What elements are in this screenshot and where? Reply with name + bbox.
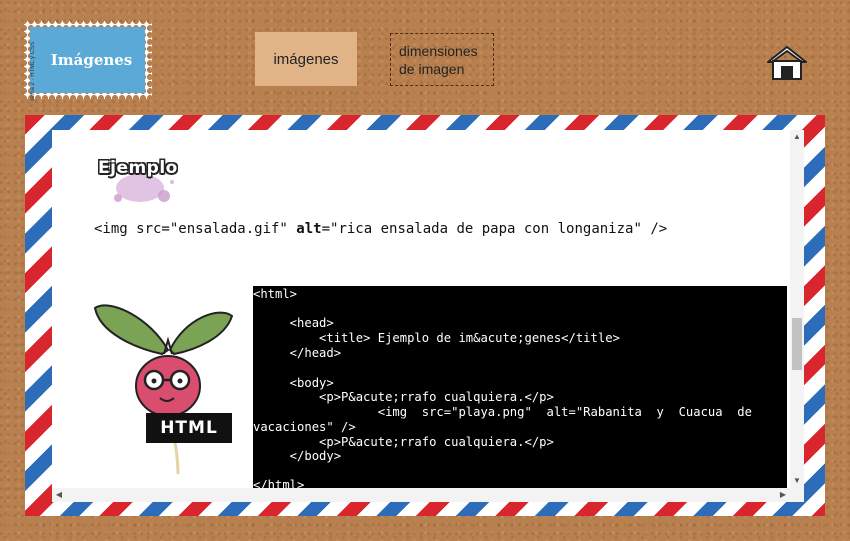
stamp-number: 2 [29,28,37,40]
scroll-up-icon[interactable]: ▲ [790,130,804,144]
code-part-1: <img src="ensalada.gif" [94,221,297,237]
code-part-2: ="rica ensalada de papa con longaniza" /… [321,221,668,237]
code-line: <title> Ejemplo de im&acute;genes</title… [253,331,620,345]
stamp-title: Imágenes [50,51,133,69]
vertical-scrollbar[interactable]: ▲ ▼ [790,130,804,488]
scroll-down-icon[interactable]: ▼ [790,474,804,488]
nav-imagenes-button[interactable]: imágenes [255,32,357,86]
scroll-left-icon[interactable]: ◀ [52,488,66,502]
html-code-terminal: <html> <head> <title> Ejemplo de im&acut… [253,286,787,488]
scroll-right-icon[interactable]: ▶ [776,488,790,502]
nav-dimensiones-label-line1: dimensiones [399,43,478,59]
html-badge: HTML [146,413,232,443]
code-line: <p>P&acute;rrafo cualquiera.</p> [253,390,554,404]
stamp-side-text: Tema 2 · HTML y CSS [30,42,36,102]
code-line: vacaciones" /> [253,420,356,434]
content-scroll-area[interactable]: Ejemplo <img src="ensalada.gif" alt="ric… [52,130,790,488]
code-line: <p>P&acute;rrafo cualquiera.</p> [253,435,554,449]
nav-dimensiones-button[interactable]: dimensiones de imagen [390,33,494,86]
nav-dimensiones-label-line2: de imagen [399,61,465,77]
code-line: </body> [253,449,342,463]
vertical-scroll-thumb[interactable] [792,318,802,370]
nav-imagenes-label: imágenes [273,50,339,68]
code-line: <html> [253,287,298,301]
code-line: <img src="playa.png" alt="Rabanita y Cua… [253,405,752,419]
stamp-side: 2 Tema 2 · HTML y CSS [24,26,42,102]
content-panel: Ejemplo <img src="ensalada.gif" alt="ric… [52,130,804,502]
airmail-envelope: Ejemplo <img src="ensalada.gif" alt="ric… [25,115,825,516]
home-icon[interactable] [766,44,808,82]
code-attr: alt [296,221,322,237]
code-line: </head> [253,346,342,360]
code-line: <body> [253,376,334,390]
example-heading: Ejemplo [98,158,178,178]
horizontal-scrollbar[interactable]: ◀ ▶ [52,488,790,502]
img-code-example: <img src="ensalada.gif" alt="rica ensala… [94,221,667,237]
stamp-title-box[interactable]: Imágenes [30,27,145,93]
scrollbar-corner [790,488,804,502]
radish-mascot-icon [93,304,234,475]
code-line: <head> [253,316,334,330]
code-line: </html> [253,478,305,488]
